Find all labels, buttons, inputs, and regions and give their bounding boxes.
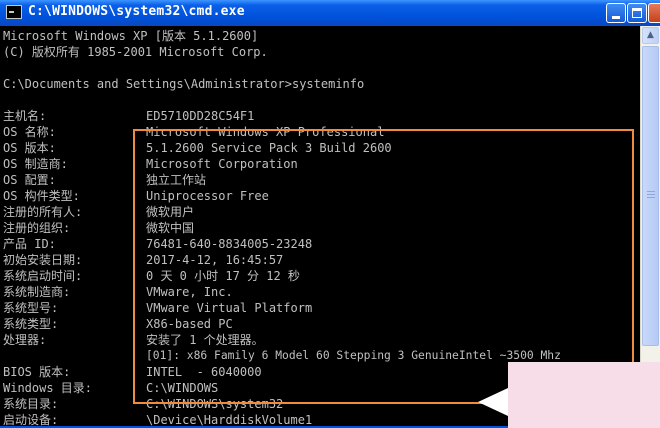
maximize-icon <box>632 8 642 18</box>
minimize-button[interactable] <box>606 3 626 23</box>
watermark-arrow-icon <box>478 388 508 416</box>
scroll-up-button[interactable]: ▲ <box>642 27 659 44</box>
maximize-button[interactable] <box>627 3 647 23</box>
scrollbar-thumb[interactable] <box>642 46 659 346</box>
info-label: BIOS 版本: <box>3 365 71 379</box>
info-label: 初始安装日期: <box>3 253 83 267</box>
window-title: C:\WINDOWS\system32\cmd.exe <box>28 4 245 19</box>
info-label: OS 构件类型: <box>3 189 80 203</box>
info-value: VMware Virtual Platform <box>146 301 313 315</box>
info-label: 处理器: <box>3 333 47 347</box>
grip-line <box>647 191 655 192</box>
info-value: Uniprocessor Free <box>146 189 269 203</box>
info-value: VMware, Inc. <box>146 285 233 299</box>
info-label: OS 名称: <box>3 125 56 139</box>
info-label: 系统制造商: <box>3 285 71 299</box>
info-label: 启动设备: <box>3 413 59 426</box>
info-value: 独立工作站 <box>146 173 207 187</box>
info-value: 76481-640-8834005-23248 <box>146 237 313 251</box>
info-label: 系统型号: <box>3 301 59 315</box>
console-prompt-line: C:\Documents and Settings\Administrator>… <box>3 77 365 91</box>
info-value: INTEL - 6040000 <box>146 365 262 379</box>
info-value: 微软中国 <box>146 221 195 235</box>
title-bar[interactable]: C:\WINDOWS\system32\cmd.exe <box>0 0 660 26</box>
info-value: \Device\HarddiskVolume1 <box>146 413 313 426</box>
info-value: C:\WINDOWS <box>146 381 219 395</box>
info-label: 系统类型: <box>3 317 59 331</box>
info-label: OS 版本: <box>3 141 56 155</box>
info-value: Microsoft Corporation <box>146 157 298 171</box>
cmd-app-icon[interactable] <box>6 5 22 19</box>
info-value: ED5710DD28C54F1 <box>146 109 255 123</box>
info-value: X86-based PC <box>146 317 233 331</box>
close-button[interactable] <box>648 3 660 23</box>
info-value: 安装了 1 个处理器。 <box>146 333 264 347</box>
console-line: (C) 版权所有 1985-2001 Microsoft Corp. <box>3 45 268 59</box>
info-label: 主机名: <box>3 109 47 123</box>
watermark-logo <box>508 362 660 428</box>
info-value: 0 天 0 小时 17 分 12 秒 <box>146 269 300 283</box>
info-label: 系统目录: <box>3 397 59 411</box>
info-label: Windows 目录: <box>3 381 93 395</box>
info-value: 2017-4-12, 16:45:57 <box>146 253 284 267</box>
info-value: C:\WINDOWS\system32 <box>146 397 284 411</box>
info-label: 注册的所有人: <box>3 205 83 219</box>
info-label: OS 制造商: <box>3 157 68 171</box>
info-value: [01]: x86 Family 6 Model 60 Stepping 3 G… <box>146 349 561 362</box>
info-value: Microsoft Windows XP Professional <box>146 125 385 139</box>
console-line: Microsoft Windows XP [版本 5.1.2600] <box>3 29 259 43</box>
info-label: 注册的组织: <box>3 221 71 235</box>
grip-line <box>647 194 655 195</box>
grip-line <box>647 197 655 198</box>
info-value: 微软用户 <box>146 205 195 219</box>
info-label: 产品 ID: <box>3 237 56 251</box>
minimize-icon <box>612 16 620 19</box>
arrow-up-icon: ▲ <box>647 30 654 40</box>
info-value: 5.1.2600 Service Pack 3 Build 2600 <box>146 141 392 155</box>
info-label: OS 配置: <box>3 173 56 187</box>
info-label: 系统启动时间: <box>3 269 83 283</box>
